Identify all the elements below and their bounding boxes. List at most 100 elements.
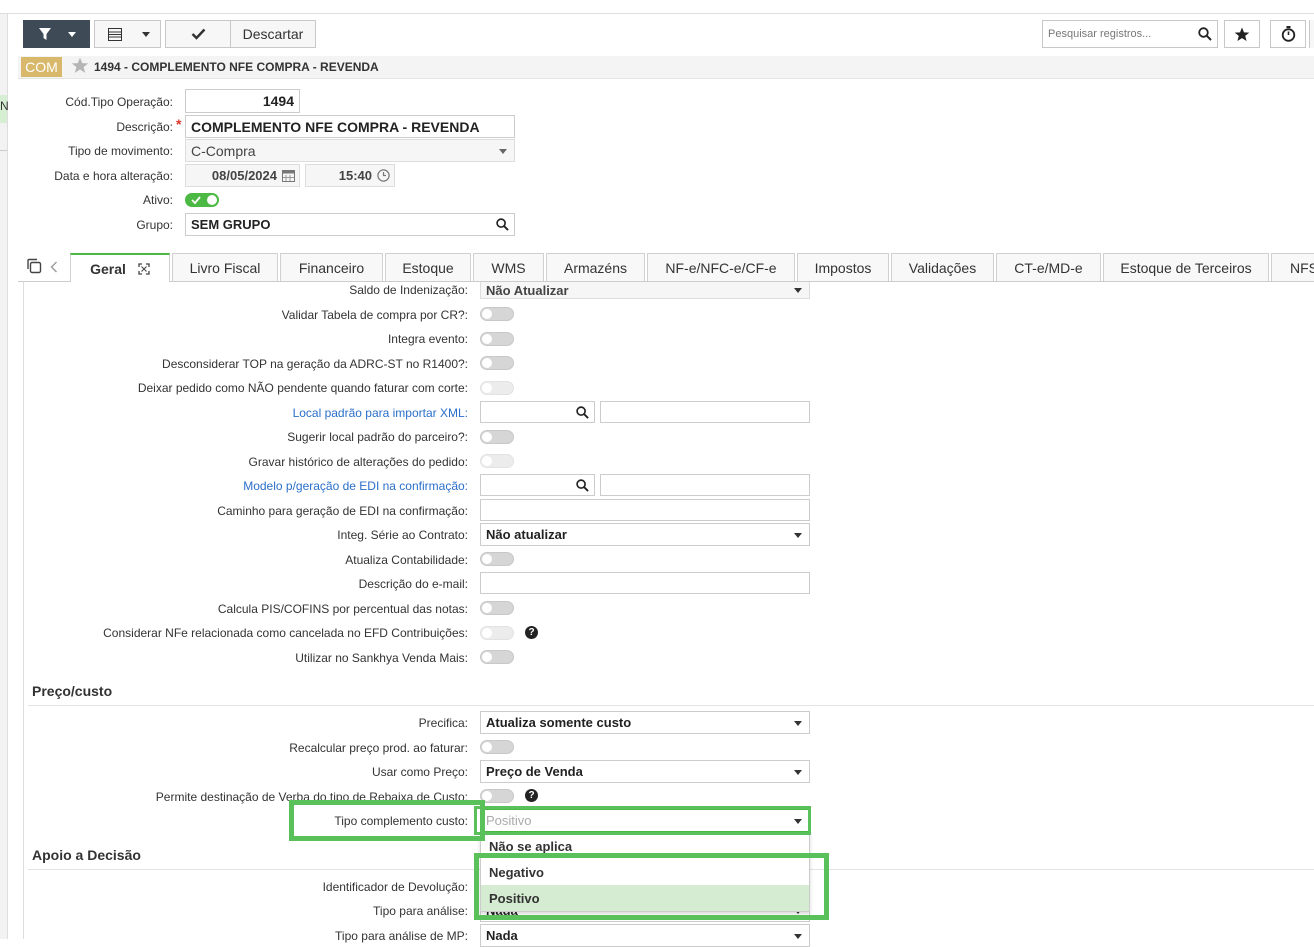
saldo-indenizacao-label: Saldo de Indenização:: [349, 283, 468, 297]
validar-tabela-label: Validar Tabela de compra por CR?:: [281, 308, 468, 322]
integ-serie-value: Não atualizar: [486, 527, 567, 542]
search-icon[interactable]: [1198, 27, 1212, 41]
descricao-email-field[interactable]: [480, 572, 810, 594]
descricao-field[interactable]: COMPLEMENTO NFE COMPRA - REVENDA: [185, 115, 515, 138]
confirm-button[interactable]: [165, 20, 231, 48]
saldo-indenizacao-value: Não Atualizar: [486, 282, 569, 298]
search-icon[interactable]: [576, 406, 589, 419]
tab-geral-label: Geral: [90, 260, 126, 277]
search-records-box[interactable]: [1042, 20, 1218, 48]
tipo-analise-label: Tipo para análise:: [373, 904, 468, 918]
left-panel-divider: [0, 150, 7, 151]
filter-dropdown-caret[interactable]: [68, 31, 76, 37]
grid-view-dropdown-caret[interactable]: [142, 31, 150, 37]
local-padrao-link[interactable]: Local padrão para importar XML:: [293, 406, 468, 420]
grupo-value: SEM GRUPO: [191, 217, 271, 232]
tab-impostos[interactable]: Impostos: [797, 253, 889, 281]
precifica-select[interactable]: Atualiza somente custo: [480, 711, 810, 734]
atualiza-contabilidade-toggle[interactable]: [480, 552, 514, 566]
search-icon[interactable]: [496, 218, 509, 231]
chevron-left-icon[interactable]: [50, 261, 58, 273]
integ-serie-label: Integ. Série ao Contrato:: [337, 528, 468, 542]
filter-icon: [38, 27, 52, 41]
validar-tabela-toggle[interactable]: [480, 307, 514, 321]
recalcular-preco-label: Recalcular preço prod. ao faturar:: [289, 741, 468, 755]
recalcular-preco-toggle[interactable]: [480, 740, 514, 754]
data-alteracao-field[interactable]: 08/05/2024: [185, 164, 300, 187]
help-icon[interactable]: ?: [525, 626, 538, 639]
tab-armazens[interactable]: Armazéns: [546, 253, 645, 281]
tab-wms[interactable]: WMS: [473, 253, 544, 281]
saldo-indenizacao-select[interactable]: Não Atualizar: [480, 282, 810, 299]
tab-livro-fiscal[interactable]: Livro Fiscal: [172, 253, 278, 281]
modelo-edi-code-field[interactable]: [480, 474, 595, 496]
chevron-down-icon: [794, 532, 802, 538]
utilizar-venda-mais-toggle[interactable]: [480, 650, 514, 664]
modelo-edi-link[interactable]: Modelo p/geração de EDI na confirmação:: [243, 479, 468, 493]
tab-nfs[interactable]: NFS: [1271, 253, 1314, 281]
search-icon[interactable]: [576, 479, 589, 492]
tab-geral[interactable]: Geral: [70, 253, 170, 282]
considerar-nfe-label: Considerar NFe relacionada como cancelad…: [103, 626, 468, 640]
tipo-analise-mp-select[interactable]: Nada: [480, 924, 810, 947]
integ-serie-select[interactable]: Não atualizar: [480, 523, 810, 546]
filter-button[interactable]: [23, 20, 90, 48]
expand-icon[interactable]: [138, 262, 150, 275]
tab-financeiro[interactable]: Financeiro: [280, 253, 383, 281]
permite-verba-toggle[interactable]: [480, 789, 514, 803]
calcula-pis-toggle[interactable]: [480, 601, 514, 615]
calcula-pis-label: Calcula PIS/COFINS por percentual das no…: [217, 602, 468, 616]
desconsiderar-top-toggle[interactable]: [480, 356, 514, 370]
considerar-nfe-toggle[interactable]: [480, 626, 514, 640]
star-icon[interactable]: [71, 57, 89, 74]
tipo-movimento-select[interactable]: C-Compra: [185, 139, 515, 162]
sugerir-local-label: Sugerir local padrão do parceiro?:: [287, 430, 468, 444]
descricao-label: Descrição:: [116, 120, 173, 134]
hora-alteracao-value: 15:40: [338, 168, 372, 183]
copy-icon[interactable]: [26, 258, 42, 274]
modelo-edi-description-field[interactable]: [600, 474, 810, 496]
favorite-button[interactable]: [1224, 20, 1260, 48]
precifica-label: Precifica:: [418, 716, 468, 730]
identificador-devolucao-label: Identificador de Devolução:: [322, 880, 468, 894]
local-padrao-description-field[interactable]: [600, 401, 810, 423]
tab-cte-mdfe[interactable]: CT-e/MD-e: [996, 253, 1101, 281]
tab-estoque-terceiros[interactable]: Estoque de Terceiros: [1103, 253, 1269, 281]
timer-button[interactable]: [1270, 20, 1306, 48]
preco-custo-section-title: Preço/custo: [32, 683, 113, 699]
sugerir-local-toggle[interactable]: [480, 430, 514, 444]
deixar-pedido-toggle[interactable]: [480, 381, 514, 395]
data-alteracao-value: 08/05/2024: [211, 168, 277, 183]
hora-alteracao-field[interactable]: 15:40: [305, 164, 395, 187]
search-records-input[interactable]: [1046, 27, 1200, 41]
left-panel-strip: [0, 14, 8, 939]
calendar-icon[interactable]: [282, 169, 295, 182]
local-padrao-code-field[interactable]: [480, 401, 595, 423]
grid-view-button[interactable]: [94, 20, 161, 48]
help-icon[interactable]: ?: [525, 789, 538, 802]
star-icon: [1234, 27, 1250, 42]
precifica-value: Atualiza somente custo: [486, 715, 632, 730]
chevron-down-icon: [794, 720, 802, 726]
cod-tipo-operacao-label: Cód.Tipo Operação:: [65, 95, 173, 109]
grid-icon: [108, 27, 122, 41]
gravar-historico-toggle[interactable]: [480, 454, 514, 468]
cod-tipo-operacao-field[interactable]: 1494: [185, 89, 300, 113]
usar-como-preco-select[interactable]: Preço de Venda: [480, 760, 810, 783]
tipo-movimento-label: Tipo de movimento:: [68, 144, 173, 158]
tipo-movimento-value: C-Compra: [191, 142, 256, 159]
toolbar-overflow-edge: [1309, 20, 1314, 48]
ativo-toggle[interactable]: [185, 193, 219, 207]
discard-button[interactable]: Descartar: [230, 20, 316, 48]
utilizar-venda-mais-label: Utilizar no Sankhya Venda Mais:: [295, 651, 468, 665]
integra-evento-toggle[interactable]: [480, 332, 514, 346]
tab-validacoes[interactable]: Validações: [891, 253, 994, 281]
tab-estoque[interactable]: Estoque: [385, 253, 471, 281]
preco-custo-divider: [28, 705, 1314, 706]
caminho-edi-field[interactable]: [480, 499, 810, 521]
tab-nfe[interactable]: NF-e/NFC-e/CF-e: [647, 253, 795, 281]
tipo-analise-mp-value: Nada: [486, 928, 518, 943]
grupo-field[interactable]: SEM GRUPO: [185, 213, 515, 236]
clock-icon[interactable]: [377, 169, 390, 182]
stopwatch-icon: [1281, 26, 1296, 42]
